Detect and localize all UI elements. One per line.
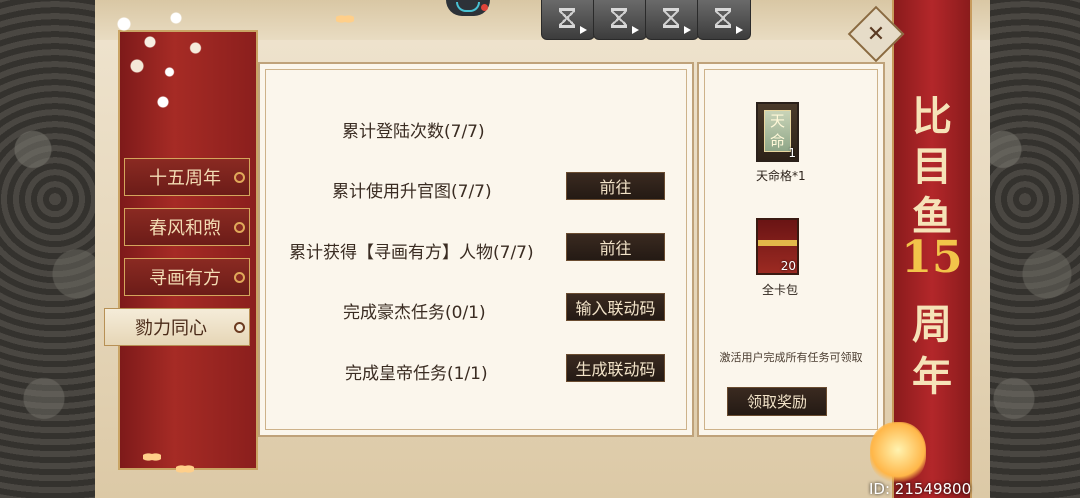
hourglass-icon (559, 8, 575, 28)
hourglass-video-button-1[interactable] (541, 0, 595, 40)
tab-indicator-icon (234, 172, 245, 183)
hourglass-icon (715, 8, 731, 28)
hourglass-video-button-3[interactable] (645, 0, 699, 40)
go-button-promotion-map[interactable]: 前往 (566, 172, 665, 200)
event-title-char-5: 年 (912, 353, 952, 400)
hourglass-video-button-4[interactable] (697, 0, 751, 40)
tab-indicator-icon (234, 322, 245, 333)
butterfly-icon (336, 12, 354, 26)
tab-label: 勠力同心 (135, 318, 207, 339)
hourglass-icon (663, 8, 679, 28)
task-label-login: 累计登陆次数(7/7) (342, 122, 485, 142)
item-count: 1 (788, 146, 796, 160)
task-label-promotion-map: 累计使用升官图(7/7) (332, 182, 492, 202)
tianming-plate-icon[interactable]: 天命 1 (756, 102, 799, 162)
go-button-painting-characters[interactable]: 前往 (566, 233, 665, 261)
tab-indicator-icon (234, 272, 245, 283)
tab-label: 十五周年 (149, 168, 221, 189)
card-pack-icon[interactable]: 20 (756, 218, 799, 275)
reward-name-tianming: 天命格*1 (756, 169, 806, 183)
lantern-icon (870, 422, 926, 484)
hourglass-video-button-2[interactable] (593, 0, 647, 40)
tianming-plate-text: 天命 (764, 110, 791, 152)
dragon-pattern-left (0, 0, 110, 498)
butterfly-icon (143, 450, 161, 464)
task-label-emperor-task: 完成皇帝任务(1/1) (345, 364, 488, 384)
user-id: ID: 21549800 (869, 480, 972, 498)
claim-reward-button[interactable]: 领取奖励 (727, 387, 827, 416)
tab-label: 寻画有方 (149, 268, 221, 289)
play-icon (736, 26, 743, 34)
hourglass-icon (611, 8, 627, 28)
close-icon: ✕ (866, 21, 886, 47)
task-label-hero-task: 完成豪杰任务(0/1) (343, 303, 486, 323)
tab-indicator-icon (234, 222, 245, 233)
plum-blossom-decoration (98, 0, 228, 120)
play-icon (632, 26, 639, 34)
enter-link-code-button[interactable]: 输入联动码 (566, 293, 665, 321)
event-title-char-4: 周 (912, 301, 952, 348)
butterfly-icon (176, 462, 194, 476)
play-icon (580, 26, 587, 34)
generate-link-code-button[interactable]: 生成联动码 (566, 354, 665, 382)
reward-claim-note: 激活用户完成所有任务可领取 (719, 351, 863, 364)
event-title-number: 15 (901, 232, 963, 283)
tab-label: 春风和煦 (149, 218, 221, 239)
tab-fifteenth-anniversary[interactable]: 十五周年 (124, 158, 250, 196)
tab-painting-search[interactable]: 寻画有方 (124, 258, 250, 296)
item-count: 20 (780, 259, 796, 273)
play-icon (684, 26, 691, 34)
task-label-painting-characters: 累计获得【寻画有方】人物(7/7) (289, 243, 534, 263)
tab-united-effort[interactable]: 勠力同心 (104, 308, 250, 346)
tab-spring-breeze[interactable]: 春风和煦 (124, 208, 250, 246)
reward-name-card-pack: 全卡包 (762, 283, 799, 297)
